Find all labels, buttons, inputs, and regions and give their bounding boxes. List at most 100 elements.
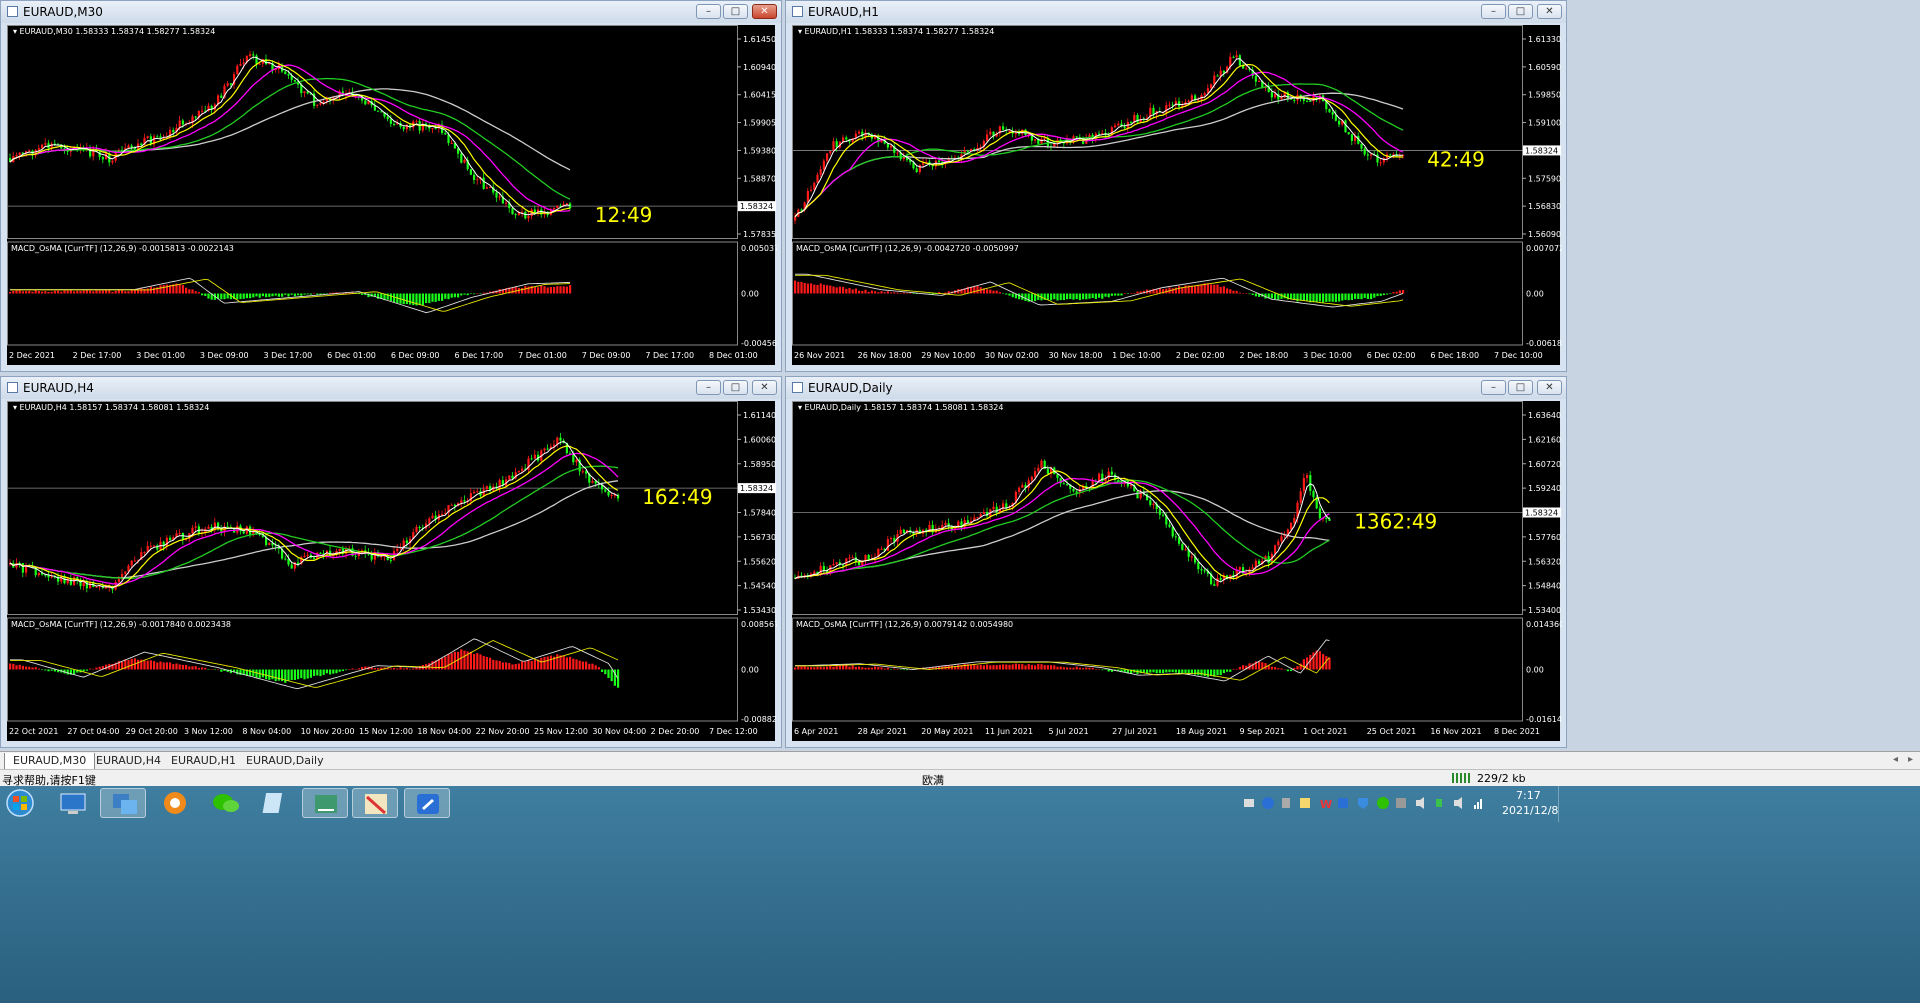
show-desktop-icon[interactable] [50, 788, 96, 818]
macd-bar [1075, 293, 1078, 300]
network-icon[interactable] [100, 788, 146, 818]
macd-bar [319, 669, 322, 677]
metatrader-icon[interactable] [352, 788, 398, 818]
maximize-button[interactable]: □ [723, 380, 748, 395]
macd-tick-label: 0.0050376 [741, 244, 777, 253]
macd-bar [1373, 293, 1376, 298]
macd-bar [389, 668, 392, 670]
tab-euraud-h1[interactable]: EURAUD,H1 [163, 753, 244, 769]
macd-bar [1200, 284, 1203, 294]
maximize-button[interactable]: □ [1508, 4, 1533, 19]
candle-body [867, 555, 870, 560]
window-titlebar[interactable]: EURAUD,Daily – □ ✕ [786, 377, 1566, 399]
messenger-icon[interactable] [404, 788, 450, 818]
minimize-button[interactable]: – [1481, 380, 1506, 395]
browser-icon[interactable] [152, 788, 198, 818]
candle-body [316, 104, 319, 106]
maximize-button[interactable]: □ [1508, 380, 1533, 395]
close-button[interactable]: ✕ [752, 4, 777, 19]
macd-bar [976, 665, 979, 670]
macd-bar [1040, 664, 1043, 670]
close-button[interactable]: ✕ [1537, 4, 1562, 19]
macd-bar [1334, 293, 1337, 303]
chart-area[interactable]: ▾ EURAUD,H1 1.58333 1.58374 1.58277 1.58… [792, 25, 1572, 365]
app-icon[interactable] [302, 788, 348, 818]
tab-euraud-h4[interactable]: EURAUD,H4 [88, 753, 169, 769]
candle-body [1232, 56, 1235, 58]
candle-body [364, 100, 367, 105]
macd-bar [1203, 669, 1206, 677]
window-h4[interactable]: EURAUD,H4 – □ ✕ ▾ EURAUD,H4 1.58157 1.58… [0, 376, 787, 748]
clock-date[interactable]: 2021/12/8 [1502, 804, 1558, 817]
macd-bar [505, 662, 508, 670]
window-daily[interactable]: EURAUD,Daily – □ ✕ ▾ EURAUD,Daily 1.5815… [785, 376, 1572, 748]
start-orb-icon[interactable] [2, 788, 40, 818]
macd-line [795, 639, 1330, 682]
window-titlebar[interactable]: EURAUD,H4 – □ ✕ [1, 377, 781, 399]
tab-euraud-daily[interactable]: EURAUD,Daily [238, 753, 332, 769]
macd-bar [569, 285, 572, 294]
window-titlebar[interactable]: EURAUD,H1 – □ ✕ [786, 1, 1566, 23]
price-tick-label: 1.59100 [1528, 119, 1561, 128]
macd-bar [816, 284, 819, 294]
macd-bar [822, 284, 825, 294]
show-desktop-strip[interactable] [1558, 786, 1567, 822]
close-button[interactable]: ✕ [1537, 380, 1562, 395]
macd-bar [85, 669, 88, 671]
current-price-label: 1.58324 [1525, 509, 1558, 518]
maximize-button[interactable]: □ [723, 4, 748, 19]
chart-area[interactable]: ▾ EURAUD,H4 1.58157 1.58374 1.58081 1.58… [7, 401, 787, 741]
macd-bar [1322, 654, 1325, 670]
macd-bar [810, 283, 813, 294]
minimize-button[interactable]: – [696, 4, 721, 19]
ma-yellow-line [9, 445, 619, 588]
close-button[interactable]: ✕ [752, 380, 777, 395]
candle-body [236, 65, 239, 75]
candle-body [1152, 107, 1155, 115]
macd-bar [185, 287, 188, 294]
minimize-button[interactable]: – [1481, 4, 1506, 19]
chart-area[interactable]: ▾ EURAUD,M30 1.58333 1.58374 1.58277 1.5… [7, 25, 787, 365]
price-tick-label: 1.63640 [1528, 411, 1561, 420]
candle-body [1174, 536, 1177, 538]
current-price-label: 1.58324 [1525, 146, 1558, 155]
macd-bar [21, 665, 24, 670]
price-tick-label: 1.60415 [743, 91, 776, 100]
macd-bar [886, 291, 889, 294]
candle-body [1098, 133, 1101, 135]
notepad-icon[interactable] [252, 788, 298, 818]
macd-bar [409, 293, 412, 305]
candle-body [460, 153, 463, 163]
candle-body [242, 531, 245, 534]
tab-scroll-left-icon[interactable]: ◂ [1893, 754, 1898, 765]
wechat-icon[interactable] [203, 788, 249, 818]
macd-bar [300, 669, 303, 679]
window-h1[interactable]: EURAUD,H1 – □ ✕ ▾ EURAUD,H1 1.58333 1.58… [785, 0, 1572, 372]
tab-scroll-right-icon[interactable]: ▸ [1908, 754, 1913, 765]
candle-body [832, 563, 835, 566]
macd-bar [389, 293, 392, 301]
macd-bar [1222, 669, 1225, 674]
candle-body [1309, 475, 1312, 491]
tab-euraud-m30[interactable]: EURAUD,M30 [4, 753, 96, 770]
time-tick-label: 20 May 2021 [921, 727, 973, 736]
clock-time[interactable]: 7:17 [1516, 789, 1541, 802]
candle-body [1014, 133, 1017, 135]
macd-bar [137, 659, 140, 670]
candle-body [1360, 143, 1363, 149]
chart-area[interactable]: ▾ EURAUD,Daily 1.58157 1.58374 1.58081 1… [792, 401, 1572, 741]
minimize-button[interactable]: – [696, 380, 721, 395]
macd-bar [149, 660, 152, 670]
macd-bar [521, 661, 524, 670]
macd-bar [1094, 293, 1097, 299]
macd-bar [851, 289, 854, 294]
macd-bar [466, 293, 469, 296]
macd-bar [989, 665, 992, 670]
window-titlebar[interactable]: EURAUD,M30 – □ ✕ [1, 1, 781, 23]
window-m30[interactable]: EURAUD,M30 – □ ✕ ▾ EURAUD,M30 1.58333 1.… [0, 0, 787, 372]
time-tick-label: 26 Nov 2021 [794, 351, 845, 360]
macd-bar [261, 293, 264, 297]
time-tick-label: 30 Nov 04:00 [592, 727, 646, 736]
macd-bar [896, 292, 899, 294]
chart-window-icon [7, 382, 18, 393]
